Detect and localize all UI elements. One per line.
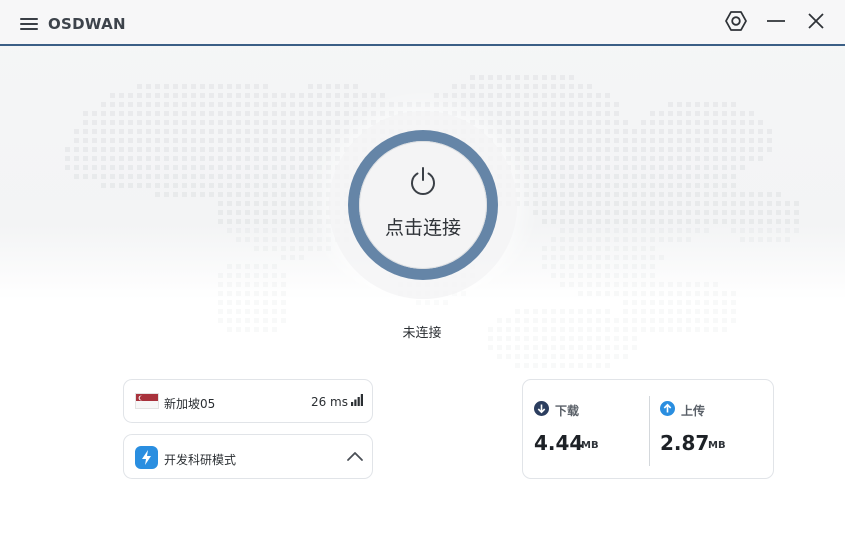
traffic-stats-card: 下载 4.44 MB 上传 2.87 MB bbox=[522, 379, 774, 479]
connection-status: 未连接 bbox=[402, 326, 442, 341]
arrow-down-circle-icon bbox=[534, 401, 549, 416]
power-icon bbox=[411, 167, 435, 195]
download-label: 下载 bbox=[555, 404, 580, 418]
upload-value: 2.87 bbox=[660, 431, 710, 455]
upload-label: 上传 bbox=[681, 404, 706, 418]
server-name: 新加坡05 bbox=[164, 397, 216, 411]
download-unit: MB bbox=[581, 440, 599, 451]
connect-button-face[interactable]: 点击连接 bbox=[359, 141, 487, 269]
download-value: 4.44 bbox=[534, 431, 584, 455]
settings-button[interactable] bbox=[724, 9, 748, 33]
lightning-icon bbox=[135, 446, 158, 469]
app-title: OSDWAN bbox=[48, 15, 126, 33]
minimize-icon bbox=[767, 20, 785, 22]
server-selector[interactable]: 新加坡05 26 ms bbox=[123, 379, 373, 423]
server-latency: 26 ms bbox=[310, 395, 348, 409]
menu-icon[interactable] bbox=[20, 18, 38, 32]
close-icon bbox=[808, 13, 824, 29]
app-window: OSDWAN 点击连接 未连接 新加坡05 26 ms 开发科研模式 下载 4.… bbox=[0, 0, 845, 548]
signal-bars-icon bbox=[351, 394, 363, 406]
traffic-divider bbox=[649, 396, 650, 466]
minimize-button[interactable] bbox=[764, 9, 788, 33]
hexagon-settings-icon bbox=[725, 11, 747, 31]
chevron-up-icon[interactable] bbox=[346, 449, 364, 463]
title-bar: OSDWAN bbox=[0, 0, 845, 46]
connect-button[interactable]: 点击连接 bbox=[348, 130, 498, 280]
singapore-flag-icon bbox=[135, 393, 159, 409]
mode-label: 开发科研模式 bbox=[164, 453, 237, 467]
mode-selector[interactable]: 开发科研模式 bbox=[123, 434, 373, 479]
close-button[interactable] bbox=[804, 9, 828, 33]
arrow-up-circle-icon bbox=[660, 401, 675, 416]
connect-label: 点击连接 bbox=[384, 217, 461, 239]
upload-unit: MB bbox=[708, 440, 726, 451]
